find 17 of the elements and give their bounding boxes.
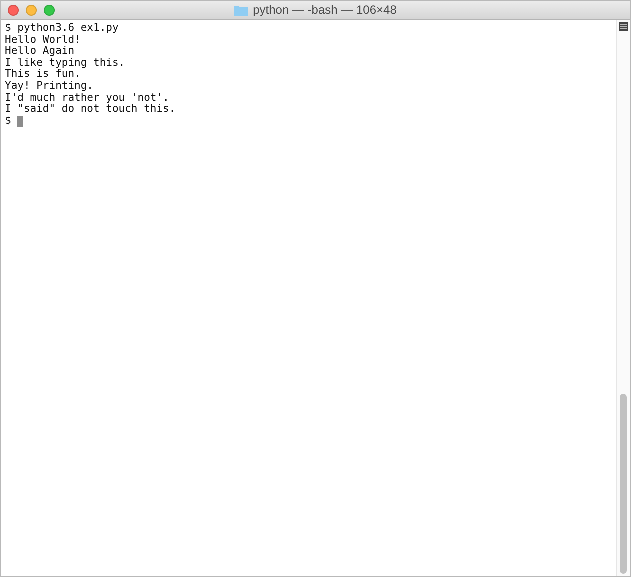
list-icon[interactable] [619,22,628,31]
zoom-button[interactable] [44,4,55,16]
terminal-line: I like typing this. [5,58,126,69]
terminal-line: Hello World! [5,34,82,46]
prompt: $ [5,116,12,128]
terminal-line: $ python3.6 ex1.py [5,23,120,35]
cursor [17,116,24,128]
terminal-line: Hello Again [5,46,76,58]
terminal-line: I "said" do not touch this. [5,104,177,116]
minimize-button[interactable] [26,4,37,16]
close-button[interactable] [8,4,19,16]
folder-icon [234,4,248,16]
scrollbar-thumb[interactable] [620,394,627,574]
window-title: python — -bash — 106×48 [253,3,397,17]
terminal-line: I'd much rather you 'not'. [5,92,170,104]
terminal-line: This is fun. [5,69,81,81]
terminal-line: Yay! Printing. [5,80,95,93]
